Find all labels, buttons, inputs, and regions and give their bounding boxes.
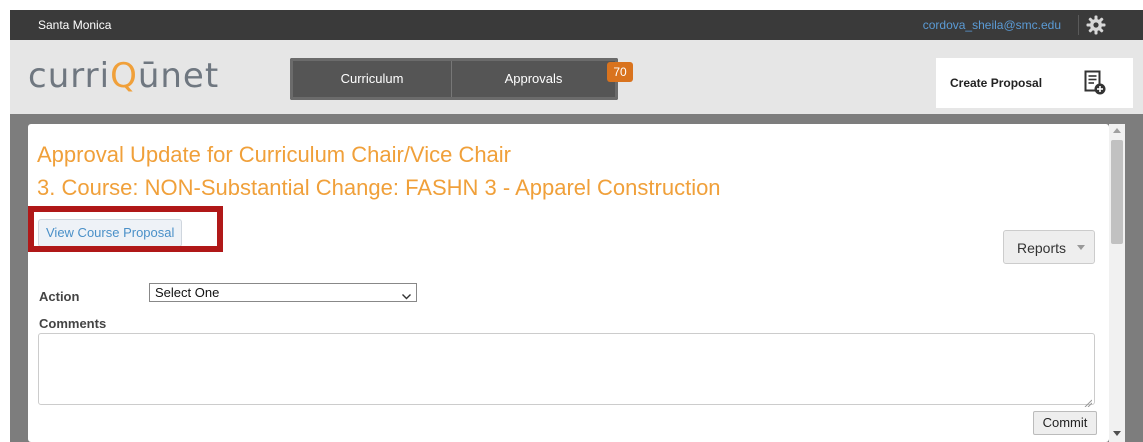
- reports-dropdown-button[interactable]: Reports: [1003, 230, 1095, 264]
- page-subtitle: 3. Course: NON-Substantial Change: FASHN…: [37, 175, 721, 200]
- org-name: Santa Monica: [38, 18, 112, 32]
- create-proposal-label: Create Proposal: [950, 76, 1043, 90]
- gear-icon[interactable]: [1085, 14, 1107, 36]
- action-select-value: Select One: [155, 285, 220, 300]
- page-title: Approval Update for Curriculum Chair/Vic…: [37, 142, 512, 167]
- resize-handle-icon[interactable]: [1084, 394, 1093, 408]
- action-label: Action: [39, 289, 80, 304]
- app-frame: Santa Monica cordova_sheila@smc.edu curr…: [10, 10, 1143, 442]
- scroll-down-arrow-icon[interactable]: [1113, 431, 1121, 436]
- main-nav: Curriculum Approvals: [290, 58, 618, 100]
- page-scrollbar[interactable]: [1109, 124, 1125, 442]
- action-select[interactable]: Select One: [149, 283, 417, 302]
- scrollbar-thumb[interactable]: [1111, 140, 1123, 244]
- top-bar: Santa Monica cordova_sheila@smc.edu: [10, 10, 1143, 40]
- approvals-count-badge: 70: [607, 62, 633, 82]
- app-header: curri Qūnet Curriculum Approvals 70 Creat…: [10, 40, 1143, 114]
- highlight-box: [28, 206, 223, 252]
- comments-label: Comments: [39, 316, 107, 331]
- document-add-icon: [1084, 70, 1106, 96]
- scroll-up-arrow-icon[interactable]: [1113, 128, 1121, 133]
- logo-text-end: ūnet: [137, 56, 220, 96]
- approval-panel: Approval Update for Curriculum Chair/Vic…: [28, 124, 1109, 442]
- caret-down-icon: [1077, 245, 1085, 250]
- curriqunet-logo[interactable]: curri Qūnet: [28, 56, 219, 96]
- nav-tab-approvals[interactable]: Approvals: [452, 61, 615, 97]
- logo-text-start: curri: [28, 56, 111, 96]
- topbar-divider: [1078, 15, 1079, 35]
- comments-textarea[interactable]: [38, 333, 1095, 408]
- reports-label: Reports: [1017, 240, 1067, 256]
- user-email-link[interactable]: cordova_sheila@smc.edu: [923, 18, 1061, 32]
- logo-accent-letter: Q: [110, 56, 138, 96]
- nav-tab-curriculum[interactable]: Curriculum: [293, 61, 452, 97]
- create-proposal-button[interactable]: Create Proposal: [936, 58, 1133, 108]
- chevron-down-icon: [402, 288, 411, 300]
- commit-button[interactable]: Commit: [1033, 411, 1097, 435]
